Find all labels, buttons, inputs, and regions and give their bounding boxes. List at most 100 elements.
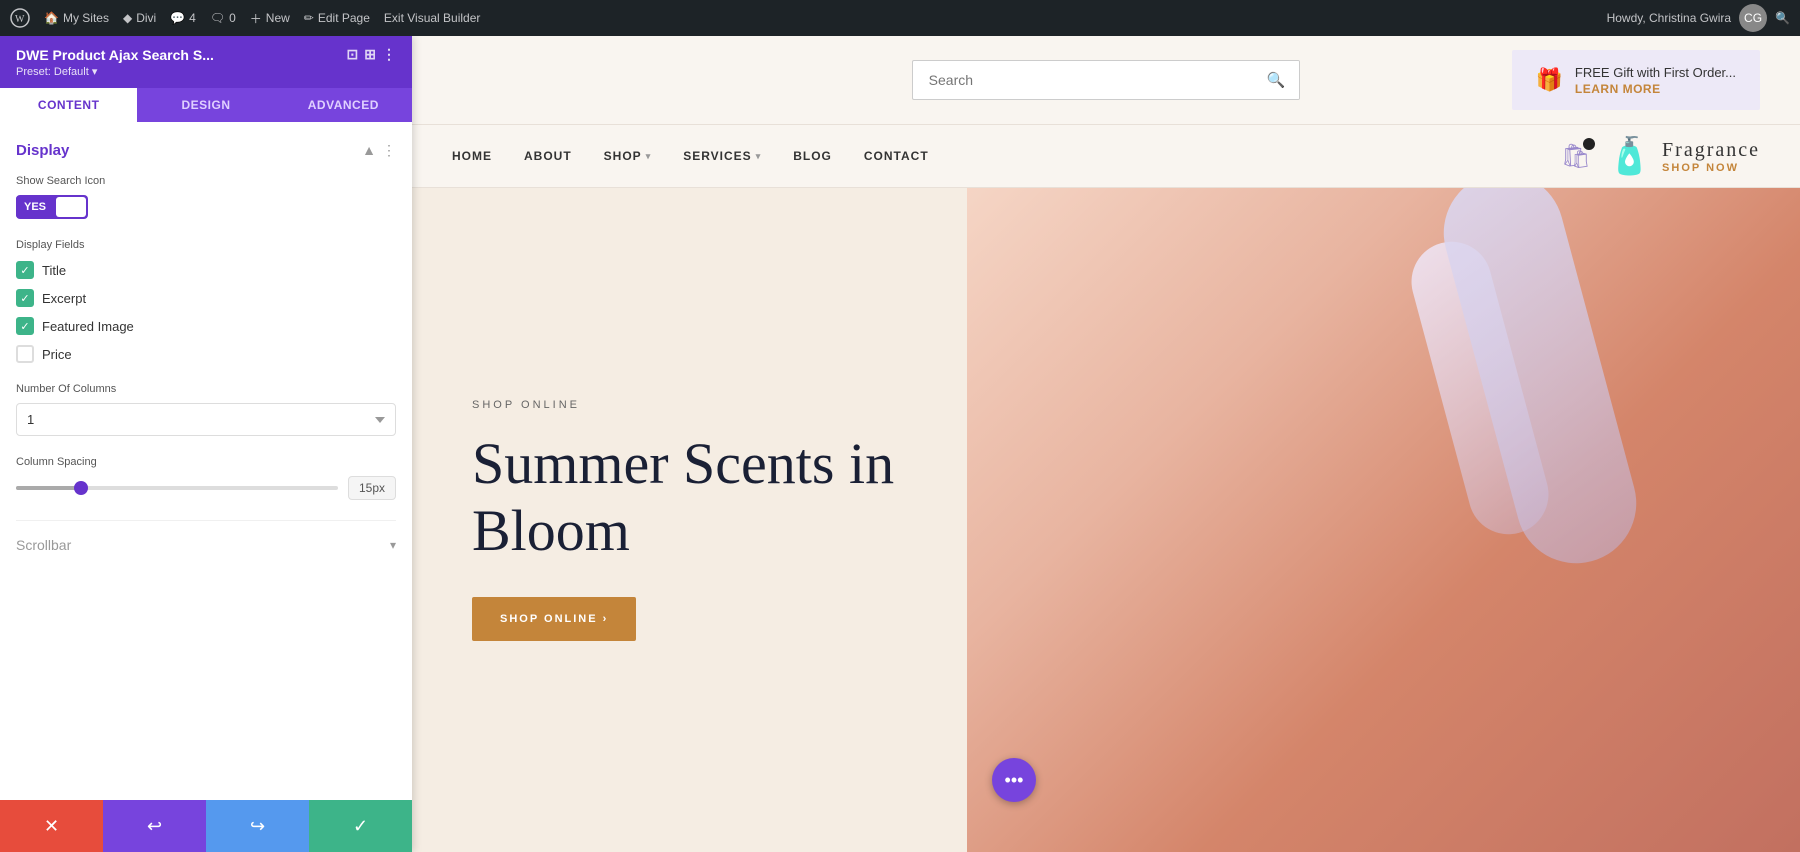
avatar[interactable]: CG <box>1739 4 1767 32</box>
columns-select[interactable]: 1 2 3 4 <box>16 403 396 436</box>
field-excerpt-checkbox[interactable]: ✓ <box>16 289 34 307</box>
field-price-label: Price <box>42 347 72 362</box>
hero-title: Summer Scents in Bloom <box>472 431 952 564</box>
promo-learn-more-link[interactable]: LEARN MORE <box>1575 82 1736 96</box>
field-featured-image-item: ✓ Featured Image <box>16 317 396 335</box>
services-dropdown-icon: ▾ <box>756 151 762 162</box>
show-search-icon-field: Show Search Icon YES <box>16 175 396 219</box>
nav-right: 🛍 🧴 Fragrance SHOP NOW <box>1561 135 1760 177</box>
my-sites-link[interactable]: 🏠 My Sites <box>44 11 109 25</box>
nav-services[interactable]: SERVICES ▾ <box>683 149 761 163</box>
left-panel: DWE Product Ajax Search S... ⊡ ⊞ ⋮ Prese… <box>0 36 412 852</box>
panel-preset: Preset: Default ▾ <box>16 65 396 78</box>
comments-link[interactable]: 💬 4 <box>170 11 196 25</box>
cart-icon[interactable]: 🛍 <box>1561 142 1591 171</box>
promo-banner: 🎁 FREE Gift with First Order... LEARN MO… <box>1512 50 1760 110</box>
scrollbar-section-header[interactable]: Scrollbar ▾ <box>16 537 396 553</box>
site-nav: HOME ABOUT SHOP ▾ SERVICES ▾ BLOG CONTAC <box>412 124 1800 188</box>
toggle-yes-label: YES <box>16 197 54 217</box>
panel-title: DWE Product Ajax Search S... ⊡ ⊞ ⋮ <box>16 46 396 63</box>
field-title-checkbox[interactable]: ✓ <box>16 261 34 279</box>
hero-section: SHOP ONLINE Summer Scents in Bloom SHOP … <box>412 188 1800 852</box>
plus-icon: ＋ <box>250 10 262 27</box>
field-featured-image-checkbox[interactable]: ✓ <box>16 317 34 335</box>
field-featured-image-label: Featured Image <box>42 319 134 334</box>
site-top-bar: 🔍 🎁 FREE Gift with First Order... LEARN … <box>412 36 1800 124</box>
exit-visual-builder-link[interactable]: Exit Visual Builder <box>384 11 481 25</box>
main-layout: DWE Product Ajax Search S... ⊡ ⊞ ⋮ Prese… <box>0 36 1800 852</box>
field-price-checkbox[interactable] <box>16 345 34 363</box>
scrollbar-collapse-icon: ▾ <box>390 538 396 552</box>
tab-advanced[interactable]: Advanced <box>275 88 412 122</box>
panel-toolbar: ✕ ↩ ↪ ✓ <box>0 800 412 852</box>
fragrance-promo: 🧴 Fragrance SHOP NOW <box>1607 135 1760 177</box>
pending-comments-link[interactable]: 🗨 0 <box>210 11 236 25</box>
hero-shop-button[interactable]: SHOP ONLINE › <box>472 597 636 641</box>
svg-text:W: W <box>15 14 25 25</box>
panel-content: Display ▲ ⋮ Show Search Icon YES Disp <box>0 122 412 800</box>
nav-shop[interactable]: SHOP ▾ <box>604 149 652 163</box>
column-spacing-field: Column Spacing 15px <box>16 456 396 500</box>
scrollbar-section-title: Scrollbar <box>16 537 71 553</box>
collapse-icon[interactable]: ▲ <box>362 142 376 159</box>
panel-title-icons: ⊡ ⊞ ⋮ <box>347 46 396 63</box>
more-options-icon[interactable]: ⋮ <box>382 46 396 63</box>
scrollbar-section: Scrollbar ▾ <box>16 520 396 553</box>
slider-row: 15px <box>16 476 396 500</box>
slider-track <box>16 486 338 490</box>
wp-logo-link[interactable]: W <box>10 8 30 28</box>
show-search-icon-toggle[interactable]: YES <box>16 195 88 219</box>
display-fields-group: Display Fields ✓ Title ✓ Excerpt ✓ Featu… <box>16 239 396 363</box>
slider-fill <box>16 486 80 490</box>
confirm-button[interactable]: ✓ <box>309 800 412 852</box>
nav-blog[interactable]: BLOG <box>793 149 832 163</box>
display-section-header: Display ▲ ⋮ <box>16 142 396 159</box>
redo-button[interactable]: ↪ <box>206 800 309 852</box>
field-excerpt-item: ✓ Excerpt <box>16 289 396 307</box>
nav-contact[interactable]: CONTACT <box>864 149 929 163</box>
promo-text-block: FREE Gift with First Order... LEARN MORE <box>1575 64 1736 96</box>
fragrance-cta[interactable]: SHOP NOW <box>1662 162 1760 174</box>
shop-dropdown-icon: ▾ <box>646 151 652 162</box>
tab-content[interactable]: Content <box>0 88 137 122</box>
admin-bar: W 🏠 My Sites ◆ Divi 💬 4 🗨 0 ＋ New ✏ Edit… <box>0 0 1800 36</box>
fragrance-name: Fragrance <box>1662 139 1760 162</box>
section-controls: ▲ ⋮ <box>362 142 396 159</box>
cancel-button[interactable]: ✕ <box>0 800 103 852</box>
minimize-icon[interactable]: ⊡ <box>347 46 359 63</box>
new-content-link[interactable]: ＋ New <box>250 10 290 27</box>
search-submit-button[interactable]: 🔍 <box>1253 61 1300 99</box>
panel-title-text: DWE Product Ajax Search S... <box>16 47 214 63</box>
search-magnifier-icon: 🔍 <box>1267 72 1286 89</box>
tab-design[interactable]: Design <box>137 88 274 122</box>
undo-button[interactable]: ↩ <box>103 800 206 852</box>
nav-about[interactable]: ABOUT <box>524 149 572 163</box>
field-price-item: Price <box>16 345 396 363</box>
search-admin-icon[interactable]: 🔍 <box>1775 11 1790 25</box>
edit-page-link[interactable]: ✏ Edit Page <box>304 11 370 25</box>
hero-content: SHOP ONLINE Summer Scents in Bloom SHOP … <box>412 339 1012 700</box>
divi-link[interactable]: ◆ Divi <box>123 11 156 25</box>
howdy-text: Howdy, Christina Gwira <box>1607 11 1731 25</box>
section-more-icon[interactable]: ⋮ <box>382 142 396 159</box>
preset-dropdown-icon[interactable]: ▾ <box>92 66 98 78</box>
grid-icon[interactable]: ⊞ <box>364 46 376 63</box>
nav-home[interactable]: HOME <box>452 149 492 163</box>
divi-icon: ◆ <box>123 11 132 25</box>
wordpress-icon: W <box>10 8 30 28</box>
hero-bg <box>967 188 1800 852</box>
slider-thumb[interactable] <box>74 481 88 495</box>
number-of-columns-label: Number Of Columns <box>16 383 396 395</box>
panel-header: DWE Product Ajax Search S... ⊡ ⊞ ⋮ Prese… <box>0 36 412 88</box>
floating-action-button[interactable]: ••• <box>992 758 1036 802</box>
home-icon: 🏠 <box>44 11 59 25</box>
cart-notification-dot <box>1583 138 1595 150</box>
fragrance-text-block: Fragrance SHOP NOW <box>1662 139 1760 174</box>
slider-value: 15px <box>348 476 396 500</box>
toggle-row: YES <box>16 195 396 219</box>
show-search-icon-label: Show Search Icon <box>16 175 396 187</box>
pending-icon: 🗨 <box>210 11 225 25</box>
search-input[interactable] <box>913 62 1253 98</box>
comment-icon: 💬 <box>170 11 185 25</box>
display-section-title: Display <box>16 142 69 159</box>
